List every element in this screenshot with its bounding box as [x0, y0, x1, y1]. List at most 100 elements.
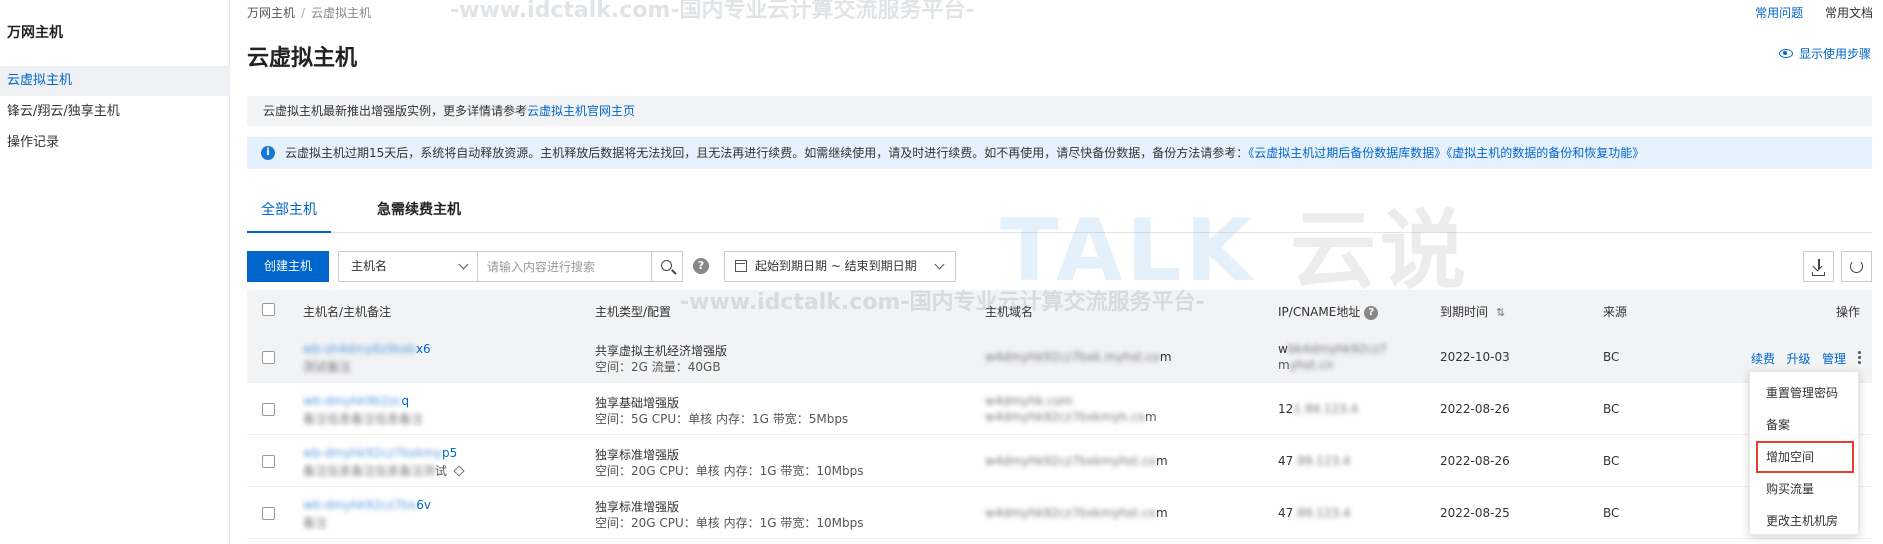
expiry-info-notice: i 云虚拟主机过期15天后，系统将自动释放资源。主机释放后数据将无法找回，且无法…: [247, 137, 1872, 169]
edit-remark-icon[interactable]: [453, 465, 465, 477]
table-row: wb-dmyhk92cz7bx6v 备注 独享标准增强版 空间：20G CPU：…: [247, 488, 1872, 539]
search-field-value: 主机名: [351, 259, 388, 273]
expire-date: 2022-08-25: [1440, 506, 1510, 520]
host-type: 独享标准增强版: [595, 500, 680, 514]
ip-address: 47.99.123.4: [1278, 506, 1351, 520]
row-operations: 续费 升级 管理: [1751, 350, 1846, 367]
row-checkbox[interactable]: [262, 403, 275, 416]
ip-address: 47.99.123.4: [1278, 454, 1351, 468]
col-header-ip: IP/CNAME地址?: [1278, 303, 1379, 320]
search-input[interactable]: [477, 251, 652, 282]
source: BC: [1603, 454, 1620, 468]
renew-link[interactable]: 续费: [1751, 352, 1775, 366]
expiry-info-text: 云虚拟主机过期15天后，系统将自动释放资源。主机释放后数据将无法找回，且无法再进…: [285, 146, 1249, 160]
expire-date: 2022-10-03: [1440, 350, 1510, 364]
download-button[interactable]: [1803, 251, 1834, 282]
upgrade-link[interactable]: 升级: [1786, 352, 1810, 366]
breadcrumb: 万网主机 / 云虚拟主机: [247, 4, 371, 21]
search-button[interactable]: [651, 251, 683, 282]
top-links: 常用问题 常用文档: [1737, 4, 1873, 21]
host-config: 空间：20G CPU：单核 内存：1G 带宽：10Mbps: [595, 516, 864, 530]
host-config: 空间：20G CPU：单核 内存：1G 带宽：10Mbps: [595, 464, 864, 478]
host-config: 空间：2G 流量：40GB: [595, 360, 721, 374]
manage-link[interactable]: 管理: [1822, 352, 1846, 366]
host-type: 独享标准增强版: [595, 448, 680, 462]
source: BC: [1603, 506, 1620, 520]
sidebar-title: 万网主机: [7, 25, 63, 41]
col-header-expire-label: 到期时间: [1440, 305, 1489, 319]
chevron-down-icon: [934, 259, 945, 270]
row-checkbox[interactable]: [262, 455, 275, 468]
row-checkbox[interactable]: [262, 351, 275, 364]
table-row: wb-sh4dmy8z9kabx6 测试备注 共享虚拟主机经济增强版 空间：2G…: [247, 332, 1872, 383]
host-tabs: 全部主机 急需续费主机: [247, 186, 1872, 233]
host-remark: 备注信息备注信息备注: [303, 412, 424, 426]
more-actions-icon[interactable]: [1858, 356, 1861, 359]
search-field-select[interactable]: 主机名: [338, 251, 478, 282]
select-all-checkbox[interactable]: [262, 303, 275, 316]
expire-date: 2022-08-26: [1440, 402, 1510, 416]
menu-item-reset-password[interactable]: 重置管理密码: [1758, 379, 1852, 407]
host-remark: 备注信息备注信息备注测试: [303, 462, 465, 479]
host-domain: w4dmyhk92cz7bxkmyhst.com: [985, 506, 1168, 520]
host-domain: w4dmyhk.com: [985, 394, 1073, 408]
host-name-link[interactable]: wb-dmyhk92cz7bxkmyp5: [303, 446, 457, 460]
expire-date: 2022-08-26: [1440, 454, 1510, 468]
info-icon: i: [261, 146, 275, 160]
col-header-name: 主机名/主机备注: [303, 305, 392, 319]
app-root: 万网主机 云虚拟主机 锋云/翔云/独享主机 操作记录 万网主机 / 云虚拟主机 常用…: [0, 0, 1883, 544]
host-remark: 测试备注: [303, 360, 352, 374]
sidebar-item-cloud-virtual-host[interactable]: 云虚拟主机: [0, 66, 230, 96]
product-notice: 云虚拟主机最新推出增强版实例，更多详情请参考云虚拟主机官网主页: [247, 96, 1872, 126]
table-header: 主机名/主机备注 主机类型/配置 主机域名 IP/CNAME地址? 到期时间 ⇅ …: [247, 290, 1872, 332]
menu-item-buy-traffic[interactable]: 购买流量: [1758, 475, 1852, 503]
page-title: 云虚拟主机: [247, 46, 358, 71]
host-remark: 备注: [303, 516, 328, 530]
sidebar-item-operation-log[interactable]: 操作记录: [0, 128, 230, 158]
menu-item-icp-filing[interactable]: 备案: [1758, 411, 1852, 439]
breadcrumb-root[interactable]: 万网主机: [247, 6, 295, 20]
sidebar-item-dedicated-host[interactable]: 锋云/翔云/独享主机: [0, 97, 230, 127]
help-icon[interactable]: ?: [693, 258, 709, 274]
host-type: 独享基础增强版: [595, 396, 680, 410]
download-icon-head: [1812, 261, 1823, 272]
download-icon-base: [1812, 272, 1825, 276]
backup-restore-doc-link[interactable]: 《虚拟主机的数据的备份和恢复功能》: [1446, 146, 1644, 160]
expire-date-range-picker[interactable]: 起始到期日期 ~ 结束到期日期: [724, 251, 956, 282]
tab-renewal-urgent[interactable]: 急需续费主机: [363, 199, 475, 233]
menu-item-change-datacenter[interactable]: 更改主机机房: [1758, 507, 1852, 535]
search-icon: [661, 260, 672, 271]
host-domain: w4dmyhk92cz7bxkmyhst.com: [985, 454, 1168, 468]
col-header-ip-label: IP/CNAME地址: [1278, 305, 1361, 319]
table-row: wb-dmyhk92cz7bxkmyp5 备注信息备注信息备注测试 独享标准增强…: [247, 436, 1872, 487]
docs-link[interactable]: 常用文档: [1825, 6, 1873, 20]
refresh-button[interactable]: [1841, 251, 1872, 282]
host-domain-2: w4dmyhk92cz7bxkmyh.com: [985, 410, 1157, 424]
main-content: 万网主机 / 云虚拟主机 常用问题 常用文档 云虚拟主机 显示使用步骤 云虚拟主机最…: [230, 0, 1883, 544]
col-header-expire[interactable]: 到期时间 ⇅: [1440, 303, 1505, 320]
sort-icon: ⇅: [1496, 306, 1506, 319]
host-name-link[interactable]: wb-sh4dmy8z9kabx6: [303, 342, 431, 356]
eye-icon: [1778, 49, 1793, 58]
host-name-link[interactable]: wb-dmyhk92cz7bx6v: [303, 498, 431, 512]
date-range-label: 起始到期日期 ~ 结束到期日期: [755, 259, 917, 273]
col-header-type: 主机类型/配置: [595, 305, 672, 319]
backup-database-doc-link[interactable]: 《云虚拟主机过期后备份数据库数据》: [1248, 146, 1446, 160]
ip-address: 121.99.123.4: [1278, 402, 1359, 416]
more-actions-menu: 重置管理密码 备案 增加空间 购买流量 更改主机机房: [1749, 371, 1859, 535]
calendar-icon: [735, 260, 747, 272]
ip-help-icon[interactable]: ?: [1364, 306, 1379, 320]
official-homepage-link[interactable]: 云虚拟主机官网主页: [527, 104, 635, 118]
refresh-icon: [1850, 260, 1863, 273]
faq-link[interactable]: 常用问题: [1755, 6, 1803, 20]
menu-item-add-space[interactable]: 增加空间: [1756, 441, 1854, 473]
tab-all-hosts[interactable]: 全部主机: [247, 199, 331, 233]
show-steps-link[interactable]: 显示使用步骤: [1778, 45, 1871, 62]
host-name-link[interactable]: wb-dmyhk9b2zcq: [303, 394, 409, 408]
create-host-button[interactable]: 创建主机: [247, 251, 329, 282]
row-checkbox[interactable]: [262, 507, 275, 520]
show-steps-label: 显示使用步骤: [1798, 47, 1871, 61]
host-domain: w4dmyhk92cz7bxk.myhst.com: [985, 350, 1172, 364]
cname-line1: wbk4dmyhk92cz7: [1278, 342, 1387, 356]
chevron-down-icon: [458, 259, 469, 270]
